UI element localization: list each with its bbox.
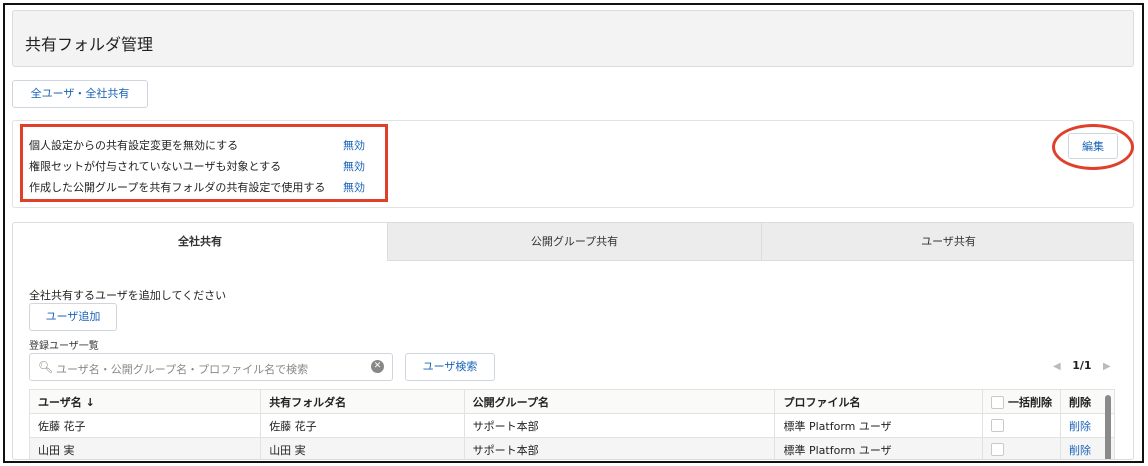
user-table: ユーザ名 ↓ 共有フォルダ名 公開グループ名 プロファイル名 一括削除 削除 佐…	[28, 389, 1115, 459]
row-checkbox[interactable]	[991, 419, 1005, 433]
user-list-label: 登録ユーザ一覧	[29, 341, 99, 352]
search-input[interactable]: 🔍︎ ユーザ名・公開グループ名・プロファイル名で検索 ✕	[29, 353, 393, 381]
all-users-share-button[interactable]: 全ユーザ・全社共有	[12, 80, 148, 108]
clear-icon[interactable]: ✕	[371, 360, 384, 373]
table-row: 山田 実 山田 実 サポート本部 標準 Platform ユーザ 削除	[28, 437, 1115, 459]
cell-user-name: 山田 実	[28, 437, 262, 459]
search-placeholder: ユーザ名・公開グループ名・プロファイル名で検索	[56, 363, 309, 376]
cell-user-name: 佐藤 花子	[28, 413, 262, 438]
cell-folder-name: 山田 実	[260, 437, 465, 459]
table-scrollbar[interactable]	[1105, 395, 1111, 459]
bulk-delete-label: 一括削除	[1008, 395, 1053, 409]
tab-user-share[interactable]: ユーザ共有	[761, 223, 1133, 261]
column-header-user-name[interactable]: ユーザ名 ↓	[28, 389, 262, 414]
next-page-icon[interactable]: ▶	[1103, 361, 1111, 372]
page-title: 共有フォルダ管理	[25, 35, 154, 54]
select-all-checkbox[interactable]	[991, 396, 1005, 409]
prev-page-icon[interactable]: ◀	[1053, 361, 1061, 372]
share-panel: 全社共有 公開グループ共有 ユーザ共有 全社共有するユーザを追加してください ユ…	[12, 222, 1134, 460]
highlight-ellipse	[1052, 124, 1134, 170]
pager: ◀ 1/1 ▶	[1053, 359, 1111, 372]
tab-public-group-share[interactable]: 公開グループ共有	[387, 223, 761, 261]
search-icon: 🔍︎	[38, 360, 54, 374]
table-header-row: ユーザ名 ↓ 共有フォルダ名 公開グループ名 プロファイル名 一括削除 削除	[28, 389, 1115, 414]
cell-profile-name: 標準 Platform ユーザ	[774, 413, 984, 438]
add-user-button[interactable]: ユーザ追加	[29, 303, 117, 331]
cell-group-name: サポート本部	[463, 437, 776, 459]
cell-folder-name: 佐藤 花子	[260, 413, 465, 438]
column-header-profile-name: プロファイル名	[774, 389, 984, 414]
page-header: 共有フォルダ管理	[12, 10, 1134, 67]
row-checkbox[interactable]	[991, 443, 1005, 457]
tab-bar: 全社共有 公開グループ共有 ユーザ共有	[13, 223, 1133, 261]
cell-bulk-delete	[982, 437, 1062, 459]
cell-group-name: サポート本部	[463, 413, 776, 438]
table-row: 佐藤 花子 佐藤 花子 サポート本部 標準 Platform ユーザ 削除	[28, 413, 1115, 438]
column-header-bulk-delete: 一括削除	[982, 389, 1062, 414]
cell-profile-name: 標準 Platform ユーザ	[774, 437, 984, 459]
delete-link[interactable]: 削除	[1069, 444, 1091, 457]
user-search-button[interactable]: ユーザ検索	[405, 353, 495, 381]
highlight-box	[20, 124, 388, 202]
tab-company-share[interactable]: 全社共有	[13, 223, 387, 261]
column-header-group-name: 公開グループ名	[463, 389, 776, 414]
instruction-text: 全社共有するユーザを追加してください	[29, 289, 227, 302]
delete-link[interactable]: 削除	[1069, 420, 1091, 433]
page-indicator: 1/1	[1072, 359, 1092, 372]
column-header-folder-name: 共有フォルダ名	[260, 389, 465, 414]
cell-bulk-delete	[982, 413, 1062, 438]
